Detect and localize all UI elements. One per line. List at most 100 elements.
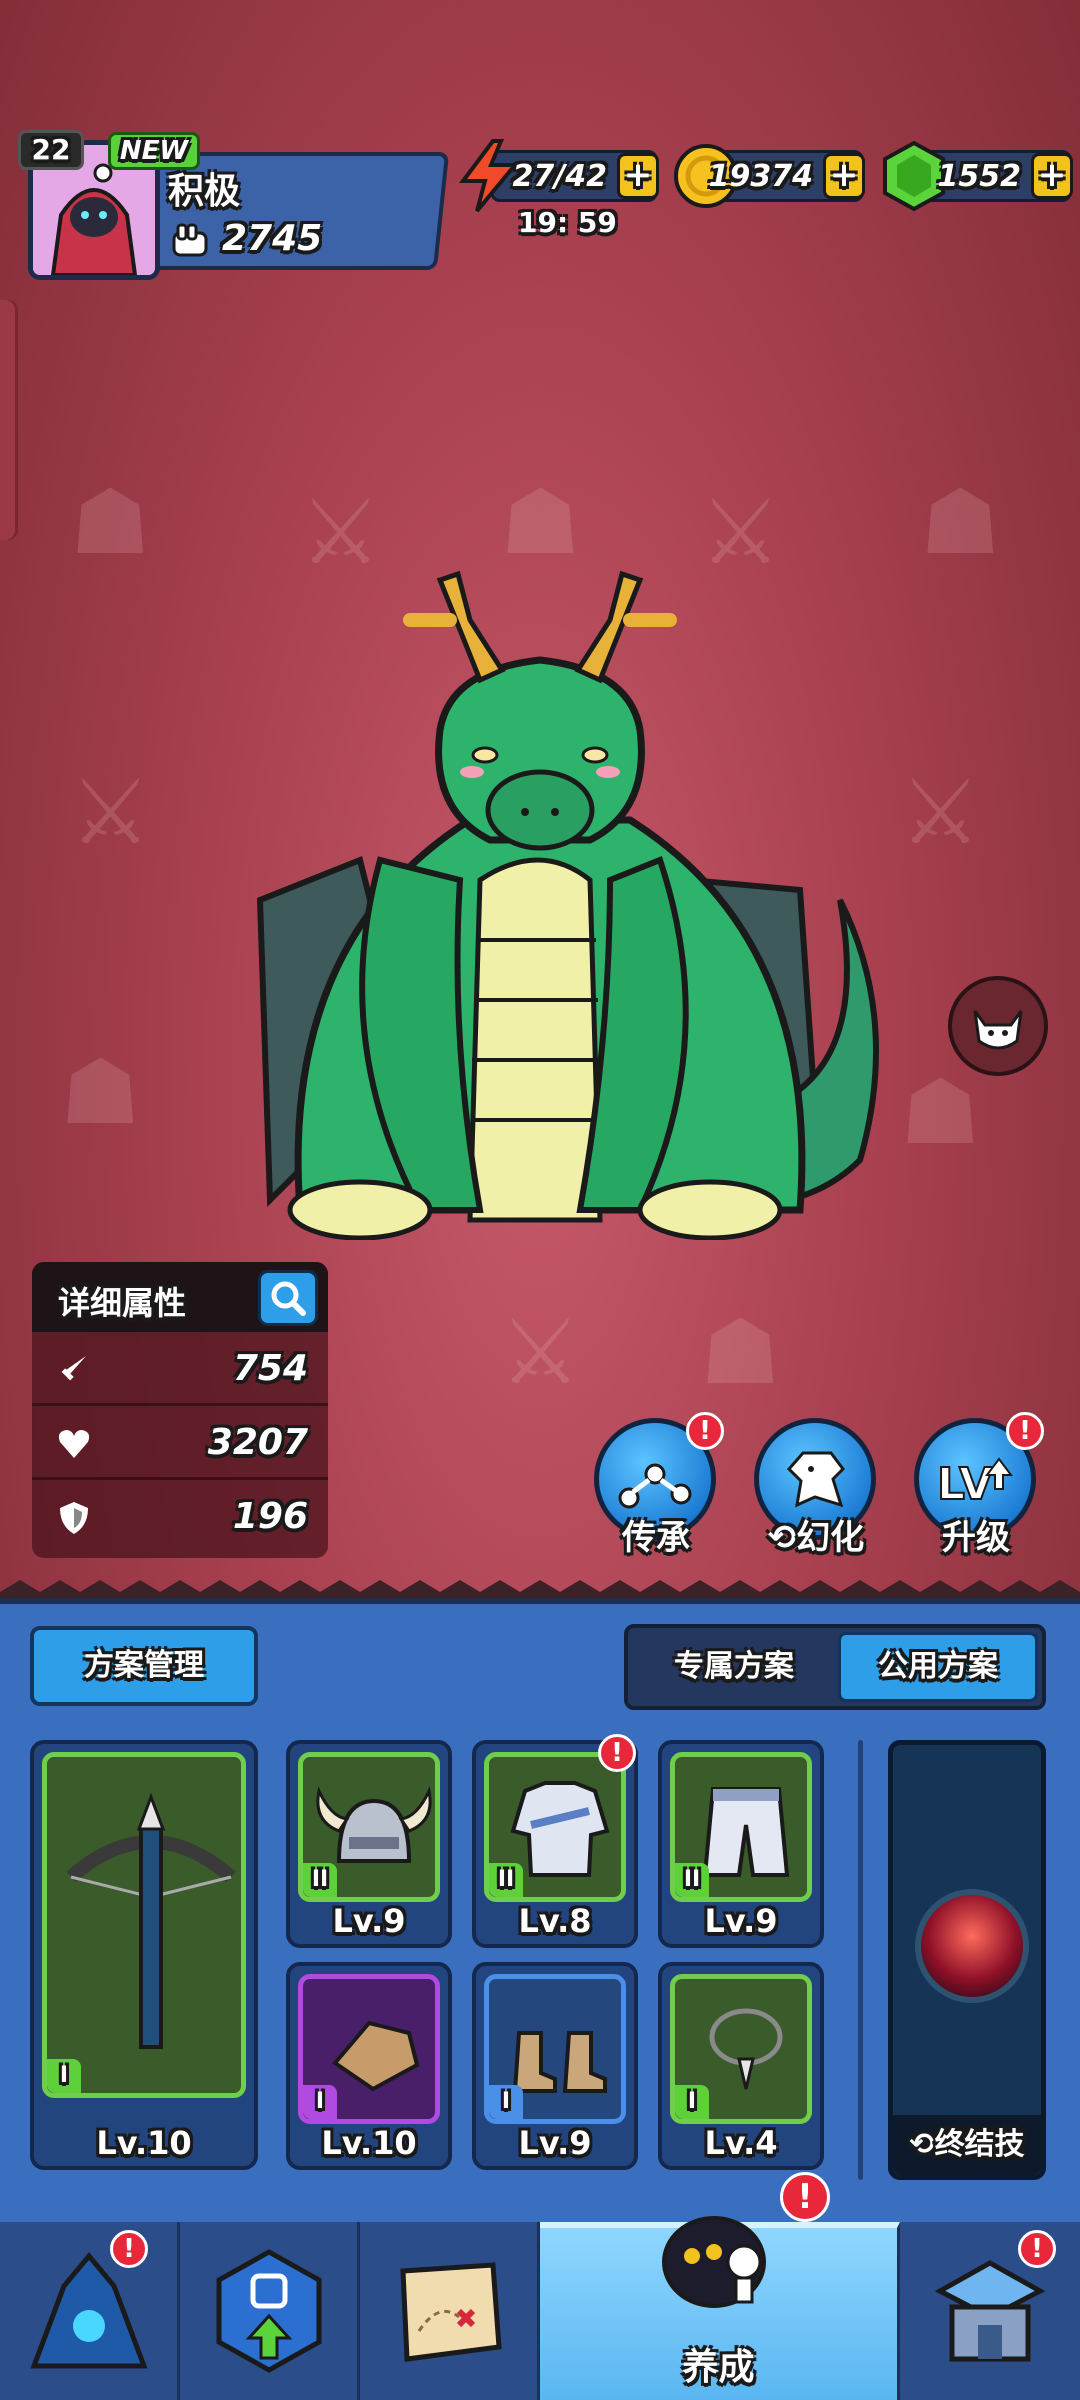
energy-resource[interactable]: 27/42 +	[459, 139, 659, 213]
pants-frame: II	[670, 1752, 812, 1902]
panel-divider	[858, 1740, 863, 2180]
ultimate-skill-slot[interactable]: ⟲终结技	[888, 1740, 1046, 2180]
necklace-frame: I	[670, 1974, 812, 2124]
player-profile[interactable]: 22 NEW 积极 2745	[18, 130, 450, 280]
helmet-level: Lv.9	[332, 1902, 406, 1940]
pet-skill-badge[interactable]	[948, 976, 1048, 1076]
gold-resource[interactable]: 19374 +	[674, 144, 865, 208]
bottom-nav: ! 养成 ! !	[0, 2172, 1080, 2400]
inherit-alert-badge: !	[686, 1412, 724, 1450]
gloves-frame: I	[298, 1974, 440, 2124]
stats-title: 详细属性	[58, 1284, 187, 1322]
gem-resource[interactable]: 1552 +	[883, 140, 1073, 212]
bg-sword-icon: ⚔	[900, 760, 981, 865]
nav-item-card-upgrade[interactable]	[180, 2222, 360, 2400]
ultimate-orb-icon	[915, 1889, 1029, 2003]
sword-icon	[61, 1356, 86, 1381]
upgrade-alert-badge: !	[1006, 1412, 1044, 1450]
necklace-tier-badge: I	[675, 2085, 709, 2119]
nav-tower-alert-badge: !	[110, 2230, 148, 2268]
tab-exclusive-plan[interactable]: 专属方案	[634, 1632, 834, 1702]
dragon-head-icon	[786, 1451, 845, 1508]
stat-row-attack: 754	[32, 1332, 328, 1406]
pants-slot[interactable]: II Lv.9	[658, 1740, 824, 1948]
pants-level: Lv.9	[704, 1902, 778, 1940]
nav-cultivate-alert-badge: !	[780, 2172, 830, 2222]
add-energy-button[interactable]: +	[617, 153, 659, 199]
ultimate-label: ⟲终结技	[893, 2115, 1041, 2175]
fist-icon	[172, 223, 208, 256]
bg-sword-icon: ⚔	[70, 760, 151, 865]
power-row: 2745	[170, 218, 322, 259]
transform-button[interactable]: ⟲幻化	[754, 1418, 878, 1558]
svg-text:LV: LV	[937, 1459, 993, 1509]
plan-segment-control: 专属方案 公用方案	[624, 1624, 1046, 1710]
transform-cycle-icon: ⟲	[767, 1518, 797, 1558]
power-value: 2745	[222, 218, 323, 259]
weapon-slot[interactable]: I Lv.10	[30, 1740, 258, 2170]
stat-row-health: 3207	[32, 1406, 328, 1480]
nav-item-shop[interactable]: !	[900, 2222, 1080, 2400]
heart-icon	[58, 1430, 90, 1458]
dragon-character[interactable]	[240, 560, 880, 1240]
stats-header: 详细属性	[32, 1262, 328, 1332]
upgrade-label: 升级	[942, 1518, 1010, 1558]
gold-value: 19374	[708, 159, 813, 194]
cat-skill-icon	[973, 1010, 1023, 1050]
shield-icon	[60, 1502, 88, 1534]
transform-label: ⟲幻化	[754, 1510, 878, 1559]
boots-slot[interactable]: I Lv.9	[472, 1962, 638, 2170]
boots-tier-badge: I	[489, 2085, 523, 2119]
nav-item-cultivate[interactable]: 养成 !	[540, 2172, 900, 2400]
plan-manage-button[interactable]: 方案管理	[30, 1626, 258, 1706]
card-upgrade-icon	[216, 2249, 321, 2373]
inherit-button[interactable]: 传承 !	[594, 1412, 724, 1558]
shop-building-icon	[934, 2260, 1046, 2362]
level-up-icon: LV	[936, 1457, 1013, 1509]
add-gem-button[interactable]: +	[1031, 153, 1073, 199]
bg-monster-icon: ☗	[900, 1060, 981, 1165]
gloves-slot[interactable]: I Lv.10	[286, 1962, 452, 2170]
transform-text: 幻化	[796, 1518, 865, 1558]
weapon-frame: I	[42, 1752, 246, 2098]
stat-row-defense: 196	[32, 1480, 328, 1554]
helmet-frame: II	[298, 1752, 440, 1902]
equipment-panel: 方案管理 专属方案 公用方案 I Lv.10 II Lv.9 II Lv.8 !…	[0, 1598, 1080, 2223]
crossbow-icon	[66, 1792, 236, 2049]
gloves-tier-badge: I	[303, 2085, 337, 2119]
ultimate-text: 终结技	[934, 2127, 1025, 2162]
nav-shop-alert-badge: !	[1018, 2230, 1056, 2268]
add-gold-button[interactable]: +	[823, 153, 865, 199]
stats-search-button[interactable]	[258, 1270, 318, 1326]
defense-value: 196	[232, 1496, 308, 1537]
inherit-label: 传承	[622, 1518, 690, 1558]
upgrade-button[interactable]: LV 升级 !	[914, 1412, 1044, 1558]
bg-sword-icon: ⚔	[500, 1300, 581, 1405]
nav-cultivate-label: 养成	[682, 2347, 755, 2388]
new-badge: NEW	[108, 132, 200, 170]
armor-level: Lv.8	[518, 1902, 592, 1940]
nav-item-tower[interactable]: !	[0, 2222, 180, 2400]
bg-monster-icon: ☗	[920, 470, 1001, 575]
gloves-level: Lv.10	[321, 2124, 417, 2162]
nav-item-map[interactable]	[360, 2222, 540, 2400]
weapon-tier-badge: I	[47, 2059, 81, 2093]
necklace-slot[interactable]: I Lv.4	[658, 1962, 824, 2170]
side-drawer-tab[interactable]	[0, 300, 18, 540]
armor-tier-badge: II	[489, 1863, 523, 1897]
boots-level: Lv.9	[518, 2124, 592, 2162]
necklace-level: Lv.4	[704, 2124, 778, 2162]
bg-monster-icon: ☗	[60, 1040, 141, 1145]
tab-public-plan[interactable]: 公用方案	[838, 1632, 1038, 1702]
helmet-tier-badge: II	[303, 1863, 337, 1897]
inherit-node-icon	[618, 1463, 692, 1509]
boots-frame: I	[484, 1974, 626, 2124]
helmet-slot[interactable]: II Lv.9	[286, 1740, 452, 1948]
weapon-level: Lv.10	[96, 2124, 192, 2162]
search-icon	[271, 1281, 306, 1316]
pants-tier-badge: II	[675, 1863, 709, 1897]
gem-value: 1552	[937, 159, 1022, 194]
bg-monster-icon: ☗	[700, 1300, 781, 1405]
ultimate-cycle-icon: ⟲	[909, 2127, 935, 2162]
health-value: 3207	[207, 1422, 308, 1463]
